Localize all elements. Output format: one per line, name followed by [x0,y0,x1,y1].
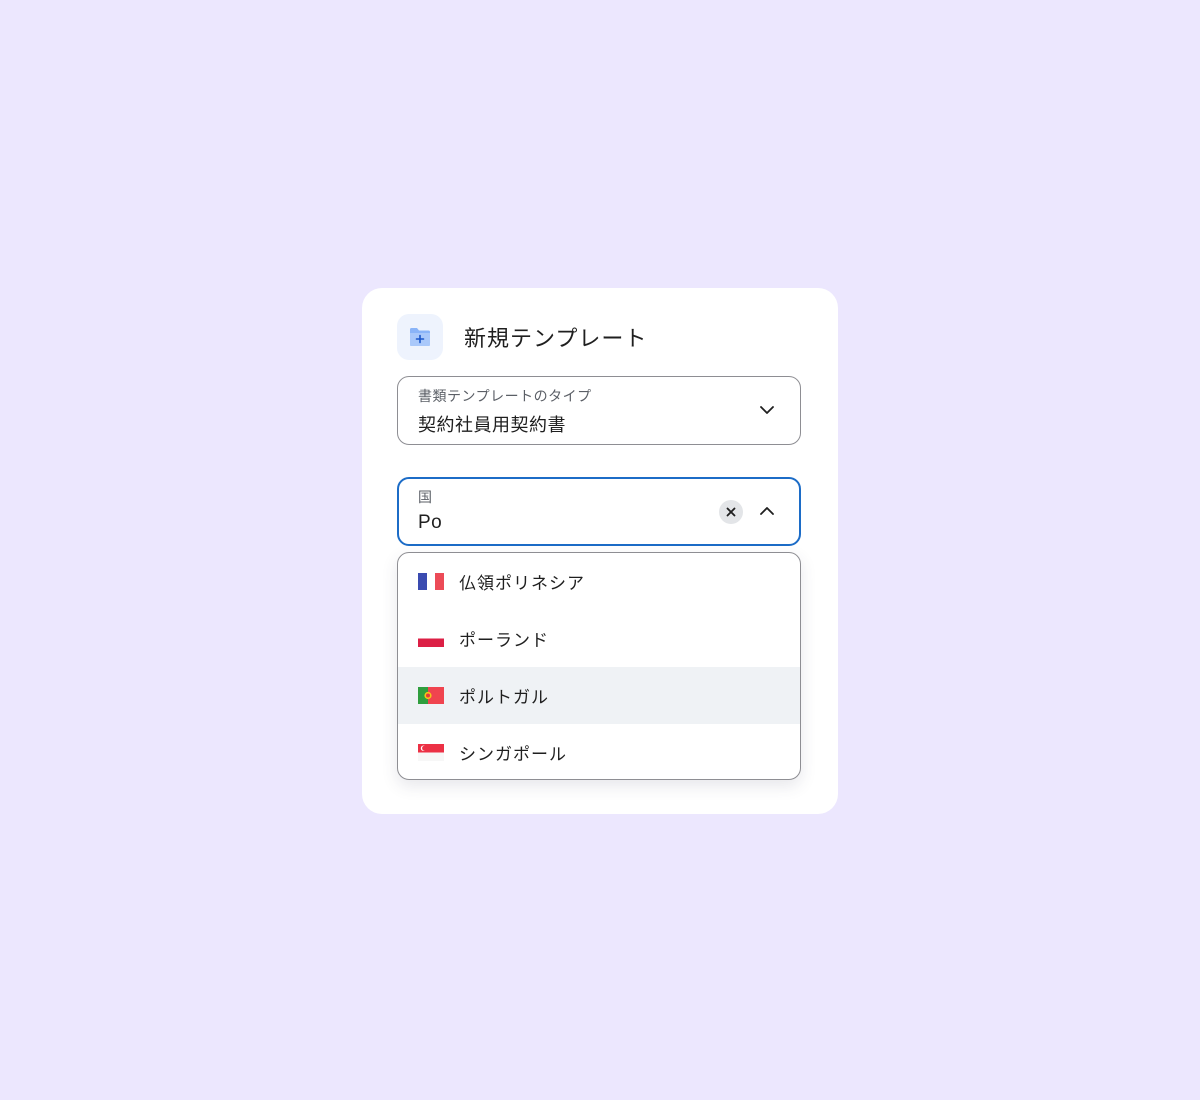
folder-plus-icon [397,314,443,360]
option-label: ポーランド [459,631,549,651]
country-option-singapore[interactable]: シンガポール [398,724,800,779]
card-header: 新規テンプレート [397,314,647,360]
portugal-flag-icon [418,687,444,704]
country-input[interactable]: Po [418,512,442,534]
option-label: 仏領ポリネシア [459,574,585,594]
close-icon[interactable] [719,500,743,524]
page-title: 新規テンプレート [464,327,648,352]
chevron-down-icon[interactable] [756,399,778,421]
singapore-flag-icon [418,744,444,761]
document-type-label: 書類テンプレートのタイプ [418,389,592,405]
country-option-poland[interactable]: ポーランド [398,610,800,667]
chevron-up-icon[interactable] [756,500,778,522]
new-template-card: 新規テンプレート 書類テンプレートのタイプ 契約社員用契約書 国 Po 仏領ポリ… [362,288,838,814]
option-label: ポルトガル [459,688,549,708]
country-dropdown-list: 仏領ポリネシア ポーランド ポルトガル シンガポール [397,552,801,780]
country-option-portugal[interactable]: ポルトガル [398,667,800,724]
country-option-french-polynesia[interactable]: 仏領ポリネシア [398,553,800,610]
country-label: 国 [418,490,433,506]
document-type-select[interactable]: 書類テンプレートのタイプ 契約社員用契約書 [397,376,801,445]
poland-flag-icon [418,630,444,647]
document-type-value: 契約社員用契約書 [418,415,566,436]
option-label: シンガポール [459,745,567,765]
country-combobox[interactable]: 国 Po [397,477,801,546]
france-flag-icon [418,573,444,590]
